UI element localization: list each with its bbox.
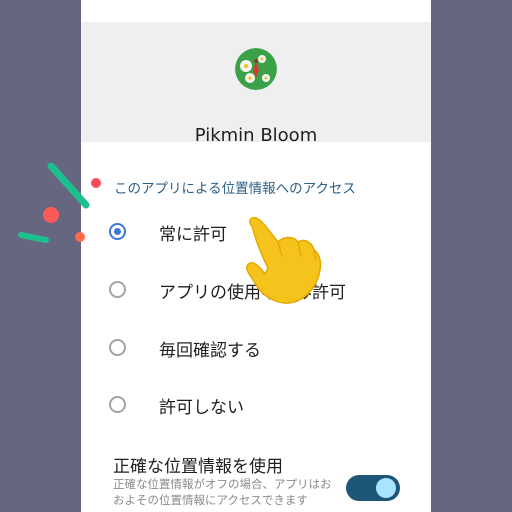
option-deny[interactable]: 許可しない	[81, 385, 431, 429]
precise-location-description: 正確な位置情報がオフの場合、アプリはおおよその位置情報にアクセスできます	[113, 477, 332, 507]
radio-button-selected[interactable]	[109, 223, 126, 240]
pikmin-flower-icon	[235, 48, 277, 90]
precise-location-toggle[interactable]	[346, 475, 400, 501]
app-name: Pikmin Bloom	[194, 125, 318, 146]
app-header: Pikmin Bloom	[81, 22, 431, 146]
section-title: このアプリによる位置情報へのアクセス	[114, 181, 356, 197]
radio-button[interactable]	[109, 281, 126, 298]
radio-button[interactable]	[109, 339, 126, 356]
pointing-hand-icon	[246, 216, 322, 304]
option-ask-every-time[interactable]: 毎回確認する	[81, 328, 431, 372]
option-label: 許可しない	[159, 398, 244, 418]
option-label: 毎回確認する	[159, 341, 261, 361]
radio-button[interactable]	[109, 396, 126, 413]
precise-location-title: 正確な位置情報を使用	[113, 457, 283, 477]
toggle-knob	[376, 478, 396, 498]
option-label: 常に許可	[159, 225, 227, 245]
